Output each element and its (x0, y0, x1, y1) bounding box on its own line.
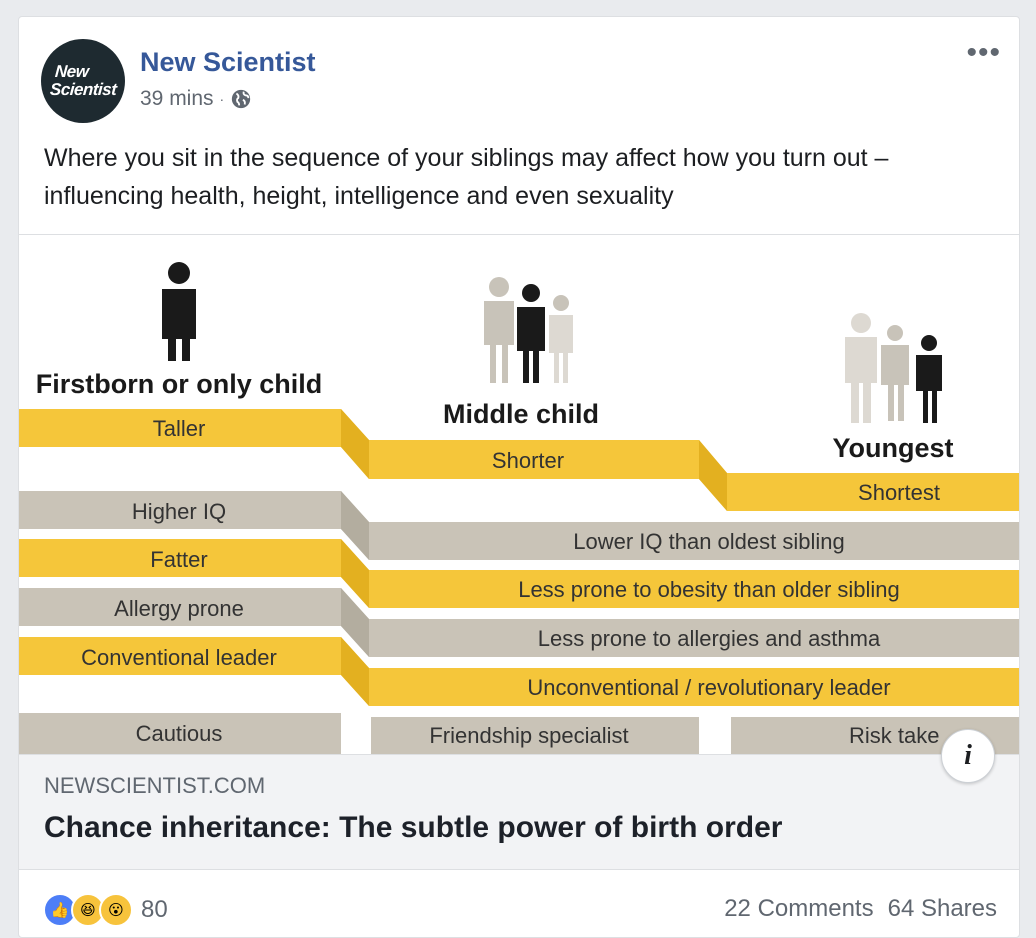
comments-link[interactable]: 22 Comments (724, 895, 873, 923)
first-trait-2: Fatter (150, 547, 207, 572)
info-icon[interactable]: i (941, 729, 995, 783)
post-time[interactable]: 39 mins (140, 87, 214, 111)
bottom-youngest-label: Risk take (849, 723, 939, 748)
youngest-figures (845, 313, 942, 423)
later-trait-1: Lower IQ than oldest sibling (573, 529, 845, 554)
link-preview-image[interactable]: Firstborn or only child Middle child You… (19, 234, 1019, 755)
bottom-middle-label: Friendship specialist (429, 723, 628, 748)
infographic-svg: Firstborn or only child Middle child You… (19, 262, 1019, 755)
col-title-middle: Middle child (443, 399, 599, 429)
middle-figures (484, 277, 573, 383)
height-youngest-label: Shortest (858, 480, 940, 505)
page-avatar[interactable]: New Scientist (41, 39, 125, 123)
first-trait-4: Conventional leader (81, 645, 277, 670)
col-title-youngest: Youngest (833, 433, 954, 463)
first-trait-3: Allergy prone (114, 596, 244, 621)
avatar-logo-text: New (54, 62, 90, 81)
reaction-count: 80 (141, 896, 168, 923)
first-trait-1: Higher IQ (132, 499, 226, 524)
more-options-button[interactable]: ••• (966, 38, 1001, 68)
avatar-logo-text-2: Scientist (49, 80, 117, 99)
meta-separator: · (219, 91, 225, 107)
link-headline[interactable]: Chance inheritance: The subtle power of … (44, 811, 782, 845)
shares-link[interactable]: 64 Shares (888, 895, 997, 923)
later-trait-4: Unconventional / revolutionary leader (527, 675, 890, 700)
height-middle-label: Shorter (492, 448, 564, 473)
engagement-stats: 22 Comments 64 Shares (724, 895, 997, 923)
post-meta: 39 mins · (140, 87, 252, 111)
later-trait-3: Less prone to allergies and asthma (538, 626, 881, 651)
post-text: Where you sit in the sequence of your si… (44, 144, 889, 210)
globe-icon[interactable] (230, 88, 252, 110)
col-title-firstborn: Firstborn or only child (36, 369, 323, 399)
link-domain: NEWSCIENTIST.COM (44, 773, 266, 798)
height-first-label: Taller (153, 416, 206, 441)
link-preview-caption[interactable]: i NEWSCIENTIST.COM Chance inheritance: T… (19, 729, 1019, 870)
later-trait-2: Less prone to obesity than older sibling (518, 577, 900, 602)
page-name-link[interactable]: New Scientist (140, 47, 316, 78)
bottom-first-label: Cautious (136, 721, 223, 746)
firstborn-figure (162, 262, 196, 361)
post-footer: 👍 😆 😮 80 22 Comments 64 Shares (19, 869, 1019, 937)
post-card: New Scientist New Scientist 39 mins · ••… (18, 16, 1020, 938)
